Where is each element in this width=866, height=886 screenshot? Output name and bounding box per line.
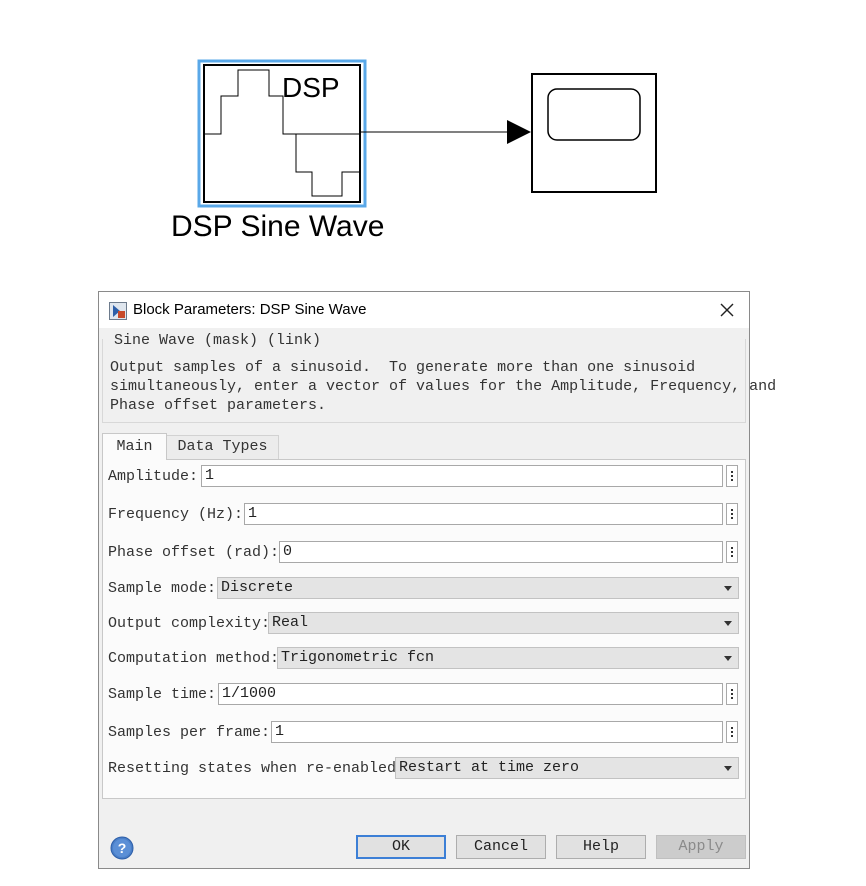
block-icon-text: DSP [282,72,340,103]
frequency-field[interactable]: 1 [244,503,723,525]
sample-mode-label: Sample mode: [108,580,217,597]
sample-mode-value: Discrete [221,579,294,596]
chevron-down-icon [724,621,732,626]
ok-button[interactable]: OK [356,835,446,859]
tab-data-types[interactable]: Data Types [167,435,279,459]
more-options-icon[interactable] [726,683,738,705]
dsp-sine-wave-block[interactable]: DSP [203,64,361,203]
resetting-states-dropdown[interactable]: Restart at time zero [395,757,739,779]
computation-method-dropdown[interactable]: Trigonometric fcn [277,647,739,669]
computation-method-label: Computation method: [108,650,280,667]
chevron-down-icon [724,766,732,771]
more-options-icon[interactable] [726,503,738,525]
samples-per-frame-field[interactable]: 1 [271,721,723,743]
signal-line[interactable] [361,120,531,144]
samples-per-frame-label: Samples per frame: [108,724,271,741]
apply-button[interactable]: Apply [656,835,746,859]
more-options-icon[interactable] [726,541,738,563]
scope-screen-icon [547,88,641,141]
parameters-panel: Amplitude: 1 Frequency (Hz): 1 Phase off… [102,459,746,799]
cancel-button[interactable]: Cancel [456,835,546,859]
help-button[interactable]: Help [556,835,646,859]
resetting-states-value: Restart at time zero [399,759,580,776]
chevron-down-icon [724,586,732,591]
model-diagram: DSP [197,59,657,208]
frequency-label: Frequency (Hz): [108,506,244,523]
phase-offset-label: Phase offset (rad): [108,544,280,561]
model-canvas[interactable]: DSP DSP Sine Wave [0,0,866,290]
amplitude-label: Amplitude: [108,468,199,485]
block-params-app-icon [109,302,127,320]
dialog-title: Block Parameters: DSP Sine Wave [133,301,367,318]
computation-method-value: Trigonometric fcn [281,649,435,666]
svg-text:?: ? [118,840,127,856]
block-name-label[interactable]: DSP Sine Wave [171,210,384,244]
more-options-icon[interactable] [726,721,738,743]
scope-block[interactable] [531,73,657,193]
output-complexity-value: Real [272,614,309,631]
output-complexity-label: Output complexity: [108,615,271,632]
chevron-down-icon [724,656,732,661]
sample-time-label: Sample time: [108,686,217,703]
resetting-states-label: Resetting states when re-enabled: [108,760,406,777]
sample-time-field[interactable]: 1/1000 [218,683,723,705]
sample-mode-dropdown[interactable]: Discrete [217,577,739,599]
phase-offset-field[interactable]: 0 [279,541,723,563]
dialog-titlebar[interactable]: Block Parameters: DSP Sine Wave [99,292,749,328]
close-icon[interactable] [717,300,737,320]
tab-main[interactable]: Main [102,433,167,460]
help-icon[interactable]: ? [110,836,134,860]
more-options-icon[interactable] [726,465,738,487]
block-parameters-dialog: Block Parameters: DSP Sine Wave Sine Wav… [98,291,777,869]
amplitude-field[interactable]: 1 [201,465,723,487]
group-title: Sine Wave (mask) (link) [113,332,323,349]
block-description: Output samples of a sinusoid. To generat… [110,359,777,414]
output-complexity-dropdown[interactable]: Real [268,612,739,634]
